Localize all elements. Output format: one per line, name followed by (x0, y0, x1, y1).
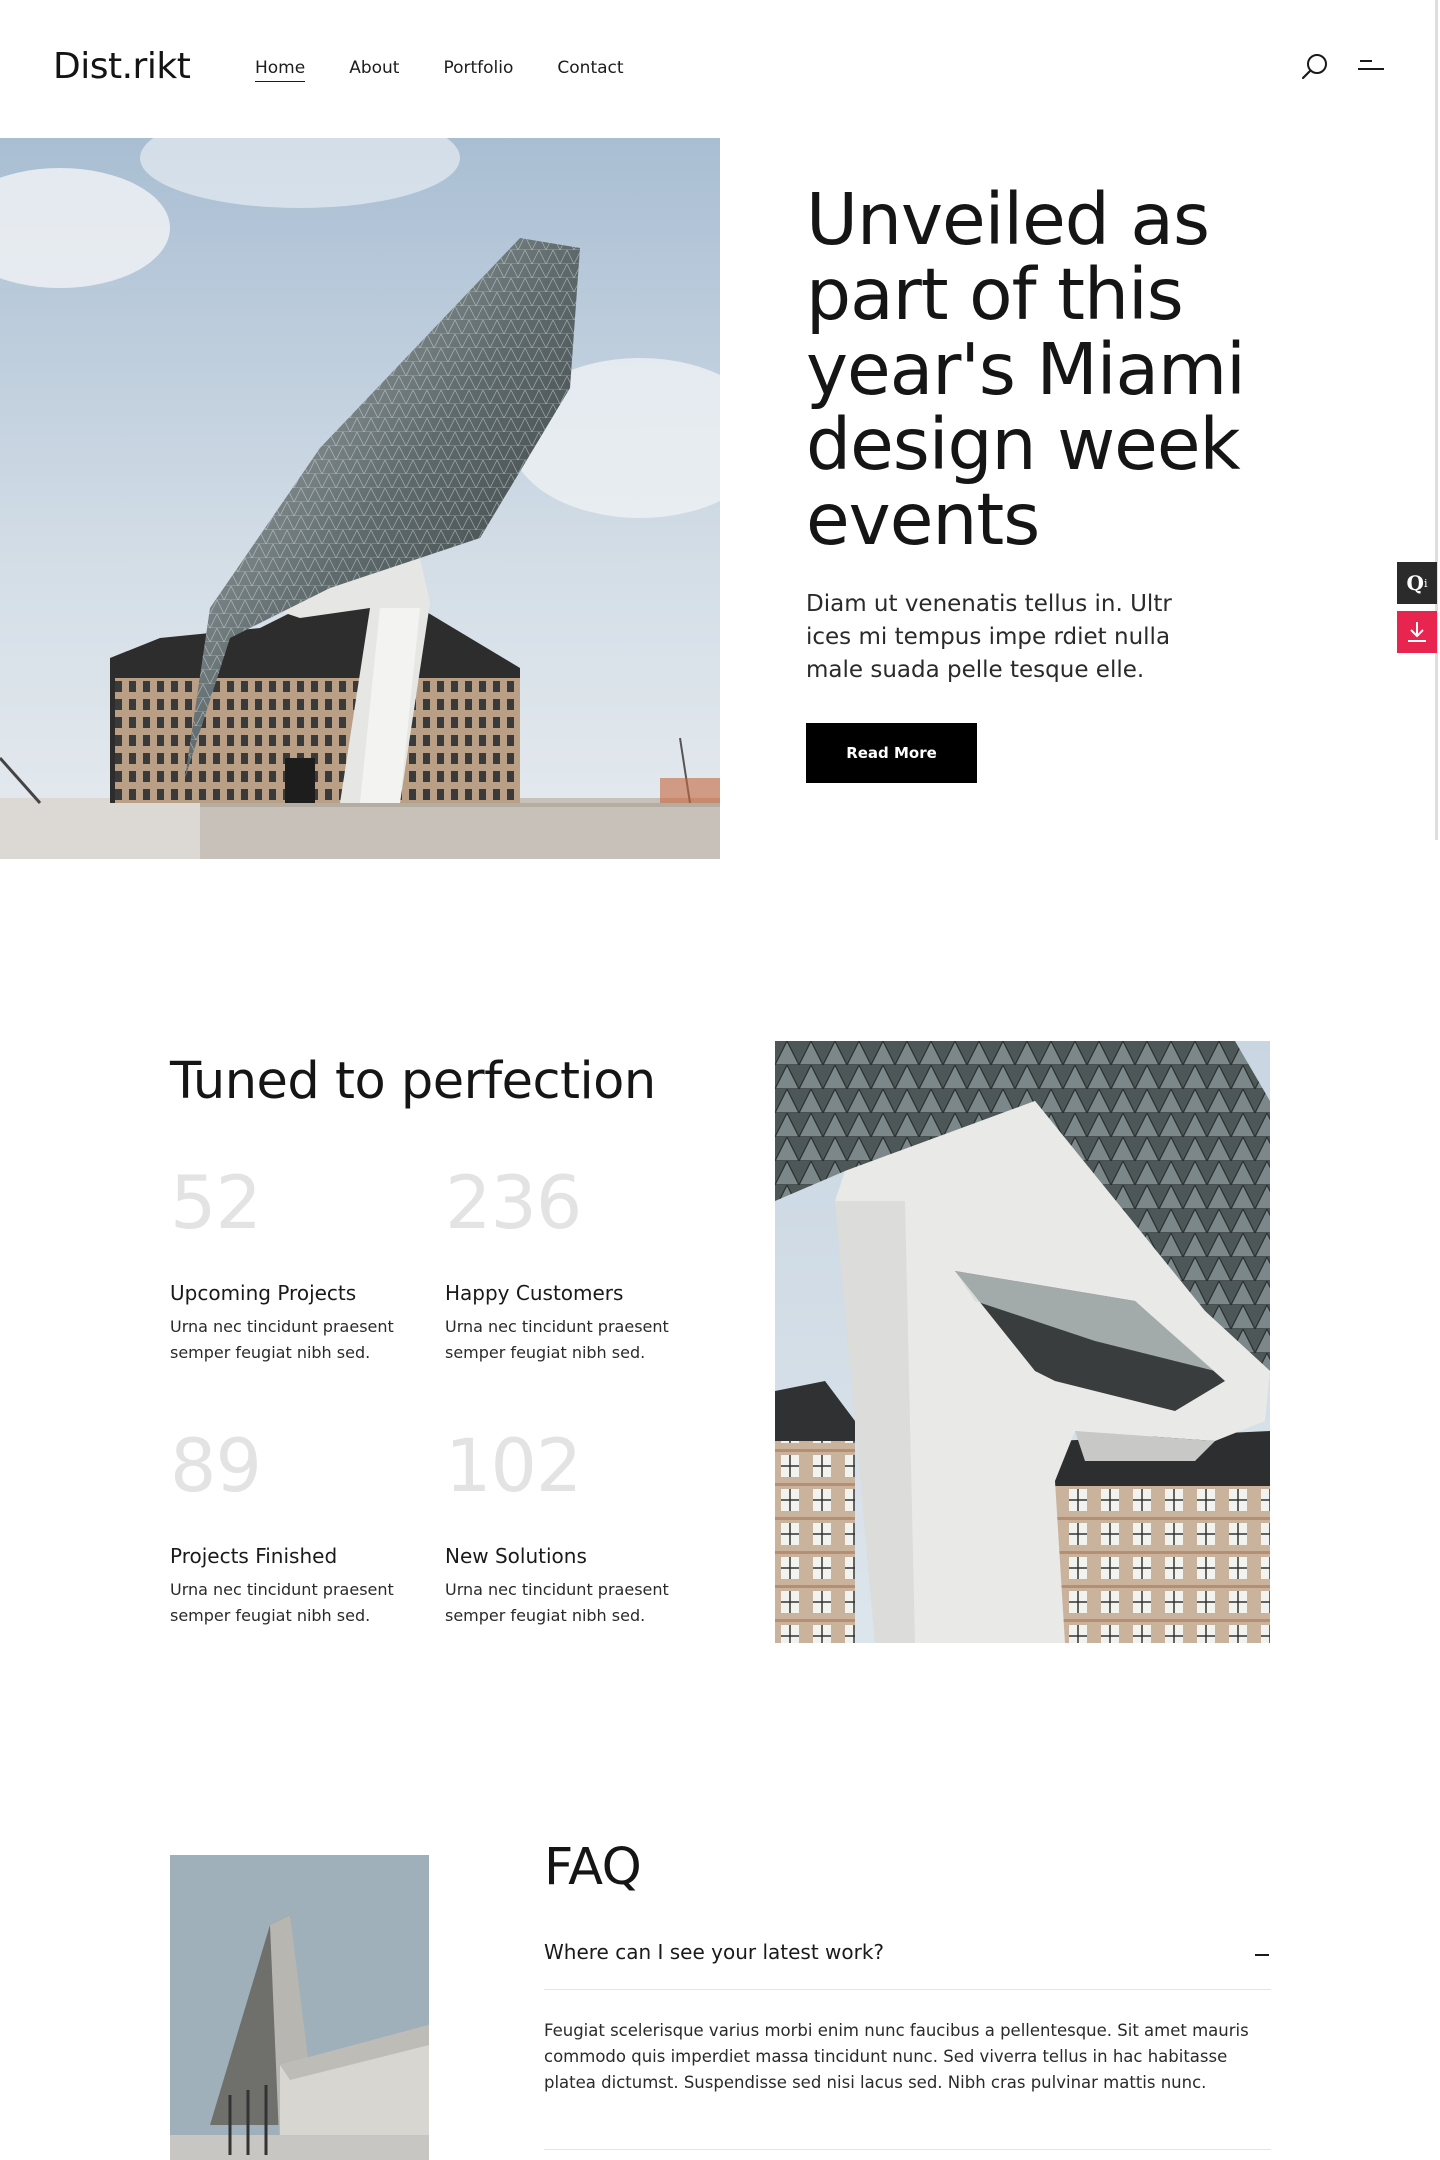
faq-divider (544, 2149, 1271, 2150)
page: Dist.rikt Home About Portfolio Contact Q… (0, 0, 1440, 2160)
nav-contact[interactable]: Contact (557, 58, 623, 82)
stat-happy-customers: 236 Happy Customers Urna nec tincidunt p… (445, 1164, 705, 1366)
qi-widget-button[interactable]: Qi (1397, 562, 1437, 604)
stats-title: Tuned to perfection (170, 1052, 656, 1111)
stat-number: 52 (170, 1161, 262, 1246)
faq-answer: Feugiat scelerisque varius morbi enim nu… (544, 2021, 1249, 2092)
hero-building-image (0, 138, 720, 859)
download-icon[interactable] (1397, 611, 1437, 653)
stat-upcoming-projects: 52 Upcoming Projects Urna nec tincidunt … (170, 1164, 430, 1366)
stat-desc: Urna nec tincidunt praesent semper feugi… (445, 1580, 669, 1625)
stat-new-solutions: 102 New Solutions Urna nec tincidunt pra… (445, 1427, 705, 1629)
faq-divider (544, 1989, 1271, 1990)
hero-text: Diam ut venenatis tellus in. Ultr ices m… (806, 591, 1172, 683)
stat-number: 236 (445, 1161, 582, 1246)
read-more-button[interactable]: Read More (806, 723, 977, 783)
search-icon[interactable] (1300, 52, 1330, 82)
qi-widget-label: Q (1406, 571, 1424, 595)
hero-title: Unveiled as part of this year's Miami de… (806, 178, 1246, 561)
qi-widget-sub: i (1423, 576, 1428, 590)
stat-number: 89 (170, 1424, 262, 1509)
stat-label: Happy Customers (445, 1281, 624, 1305)
stat-label: New Solutions (445, 1544, 587, 1568)
stats-building-image (775, 1041, 1270, 1643)
stat-desc: Urna nec tincidunt praesent semper feugi… (170, 1317, 394, 1362)
stat-projects-finished: 89 Projects Finished Urna nec tincidunt … (170, 1427, 430, 1629)
site-logo[interactable]: Dist.rikt (53, 46, 191, 87)
menu-icon[interactable] (1356, 56, 1386, 80)
stat-desc: Urna nec tincidunt praesent semper feugi… (445, 1317, 669, 1362)
faq-question: Where can I see your latest work? (544, 1940, 885, 1964)
nav-home[interactable]: Home (255, 58, 306, 82)
minus-icon[interactable] (1255, 1954, 1269, 1956)
nav-about[interactable]: About (349, 58, 399, 82)
faq-question-toggle[interactable]: Where can I see your latest work? (544, 1940, 1271, 1990)
stat-number: 102 (445, 1424, 582, 1509)
stat-desc: Urna nec tincidunt praesent semper feugi… (170, 1580, 394, 1625)
nav-portfolio[interactable]: Portfolio (443, 58, 513, 82)
faq-building-image (170, 1855, 429, 2160)
page-scrollbar[interactable] (1435, 0, 1438, 840)
main-nav: Home About Portfolio Contact (255, 58, 624, 82)
faq-title: FAQ (544, 1838, 642, 1897)
stat-label: Projects Finished (170, 1544, 338, 1568)
stat-label: Upcoming Projects (170, 1281, 357, 1305)
